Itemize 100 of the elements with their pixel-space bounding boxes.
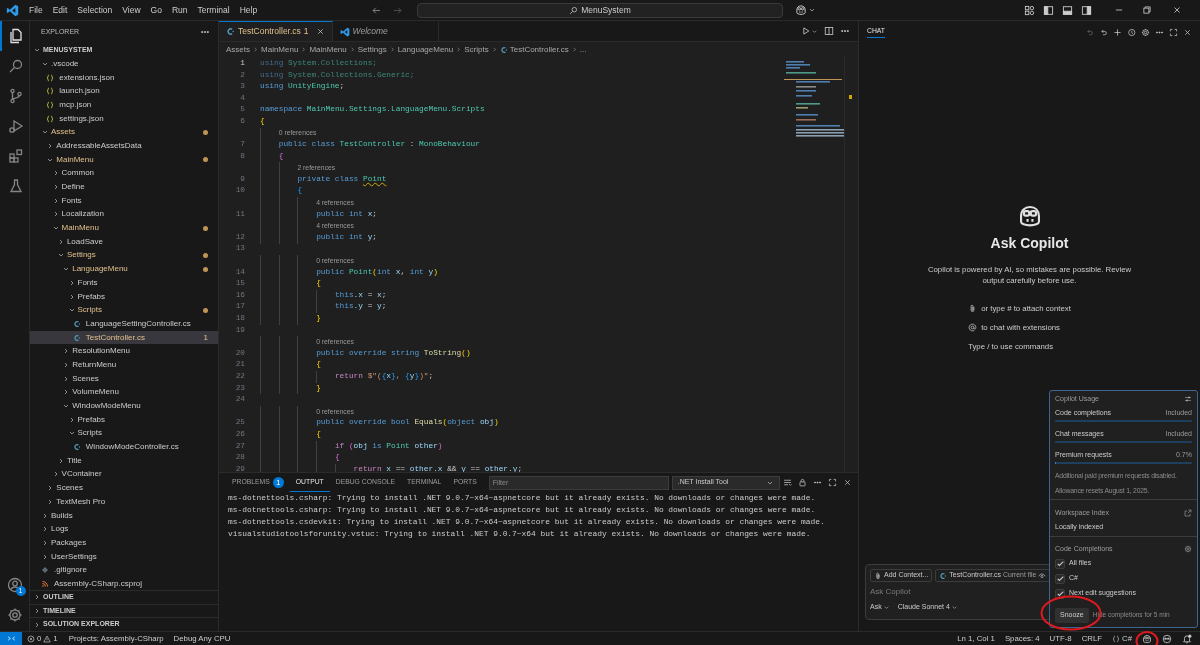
tree-item[interactable]: ResolutionMenu — [30, 344, 218, 359]
checkbox[interactable] — [1055, 588, 1065, 599]
command-center-search[interactable]: MenuSystem — [417, 2, 783, 18]
tree-item[interactable]: ReturnMenu — [30, 358, 218, 372]
tree-item[interactable]: mcp.json — [30, 98, 218, 112]
breadcrumb-item[interactable]: ... — [579, 43, 587, 56]
chevron-icon — [570, 46, 578, 53]
face-icon — [1162, 633, 1172, 644]
tree-item[interactable]: Packages — [30, 536, 218, 550]
tree-item[interactable]: Assets — [30, 125, 218, 140]
menu-item[interactable]: Run — [166, 0, 193, 20]
tree-item[interactable]: WindowModeMenu — [30, 399, 218, 413]
tree-item[interactable]: Scenes — [30, 481, 218, 495]
breadcrumb-item[interactable]: Settings — [357, 43, 387, 56]
copilot-menu-button[interactable] — [795, 4, 816, 16]
list-settings-icon[interactable] — [783, 478, 792, 487]
settings-icon[interactable] — [1184, 545, 1192, 553]
external-link-icon[interactable] — [1184, 509, 1192, 517]
tree-item[interactable]: TextMesh Pro — [30, 495, 218, 509]
close-icon[interactable] — [843, 478, 852, 487]
status-icon-button[interactable] — [1162, 633, 1172, 644]
close-icon[interactable] — [1183, 27, 1192, 37]
close-icon[interactable] — [315, 27, 325, 36]
tree-item[interactable]: Fonts — [30, 193, 218, 208]
tree-item[interactable]: Logs — [30, 522, 218, 537]
panel-toggle-icon[interactable] — [1062, 4, 1073, 16]
history-icon[interactable] — [1127, 27, 1136, 37]
tree-item[interactable]: VolumeMenu — [30, 385, 218, 400]
maximize-icon[interactable] — [828, 478, 837, 487]
split-editor-icon[interactable] — [824, 26, 834, 36]
menu-item[interactable]: Go — [145, 0, 167, 20]
tree-item[interactable]: LanguageSettingController.cs — [30, 317, 218, 331]
tree-item[interactable]: LoadSave — [30, 234, 218, 249]
lock-icon[interactable] — [798, 478, 807, 487]
breadcrumb-item[interactable]: Scripts — [464, 43, 489, 56]
menu-item[interactable]: Edit — [47, 0, 73, 20]
chat-heading: Ask Copilot — [990, 234, 1069, 253]
tree-item[interactable]: Scripts — [30, 426, 218, 441]
menu-item[interactable]: Help — [234, 0, 263, 20]
breadcrumb-item[interactable]: TestController.cs — [509, 43, 569, 56]
sidebar-toggle-icon[interactable] — [1043, 4, 1054, 16]
tree-item[interactable]: Assembly-CSharp.csproj — [30, 577, 218, 590]
tree-item[interactable]: extensions.json — [30, 70, 218, 85]
tree-item[interactable]: TestController.cs 1 — [30, 330, 218, 345]
breadcrumb-item[interactable]: Assets — [226, 43, 250, 56]
app-logo-icon[interactable] — [5, 3, 19, 17]
tree-item[interactable]: AddressableAssetsData — [30, 139, 218, 153]
tree-item[interactable]: Fonts — [30, 276, 218, 290]
settings-icon[interactable] — [1141, 27, 1150, 37]
tree-item[interactable]: MainMenu — [30, 221, 218, 235]
tree-item[interactable]: Title — [30, 453, 218, 468]
tree-item[interactable]: LanguageMenu — [30, 262, 218, 276]
more-icon[interactable] — [813, 478, 822, 487]
checkbox[interactable] — [1055, 558, 1065, 569]
menu-item[interactable]: Terminal — [192, 0, 235, 20]
bell-icon — [1182, 633, 1192, 644]
braces-icon — [1112, 634, 1121, 643]
sliders-icon[interactable] — [1184, 395, 1192, 403]
csharp-file-icon — [72, 443, 81, 452]
redo-icon[interactable] — [1099, 27, 1108, 37]
tree-item[interactable]: Scripts — [30, 303, 218, 318]
tree-item[interactable]: Define — [30, 180, 218, 194]
plus-icon[interactable] — [1113, 27, 1122, 37]
tree-item[interactable]: Settings — [30, 248, 218, 263]
chevron-icon — [455, 46, 463, 53]
maximize-icon[interactable] — [1169, 27, 1178, 37]
run-button[interactable] — [801, 26, 818, 36]
secondary-sidebar-toggle-icon[interactable] — [1081, 4, 1092, 16]
status-icon-button[interactable] — [1142, 633, 1152, 644]
source-control-icon — [7, 88, 24, 104]
chevron-icon — [490, 46, 498, 53]
tree-item[interactable]: Prefabs — [30, 412, 218, 427]
tree-item[interactable]: Scenes — [30, 371, 218, 386]
tree-item[interactable]: Prefabs — [30, 289, 218, 304]
status-icon-button[interactable] — [1182, 633, 1192, 644]
close-icon[interactable] — [1172, 5, 1182, 15]
breadcrumb-item[interactable]: LanguageMenu — [397, 43, 454, 56]
restore-icon[interactable] — [1142, 5, 1152, 15]
tree-item[interactable]: Builds — [30, 508, 218, 523]
breadcrumb-item[interactable]: MainMenu — [261, 43, 299, 56]
tree-item[interactable]: WindowModeController.cs — [30, 440, 218, 454]
breadcrumb-item[interactable]: MainMenu — [309, 43, 347, 56]
tree-item[interactable]: Localization — [30, 207, 218, 222]
menu-item[interactable]: View — [117, 0, 146, 20]
menu-item[interactable]: File — [24, 0, 48, 20]
back-arrow-icon[interactable] — [371, 4, 382, 16]
tree-item[interactable]: MainMenu — [30, 152, 218, 167]
tree-item[interactable]: settings.json — [30, 111, 218, 126]
tree-item[interactable]: VContainer — [30, 467, 218, 482]
tree-item[interactable]: .vscode — [30, 57, 218, 71]
account-icon — [6, 577, 23, 593]
tree-item[interactable]: Common — [30, 166, 218, 181]
tree-item[interactable]: UserSettings — [30, 549, 218, 564]
editor-tab[interactable]: TestController.cs 1 — [219, 21, 333, 41]
layout-icon[interactable] — [1024, 4, 1035, 16]
menu-item[interactable]: Selection — [72, 0, 118, 20]
search-icon — [569, 5, 579, 15]
tree-item[interactable]: .gitignore — [30, 563, 218, 578]
tree-item[interactable]: launch.json — [30, 84, 218, 99]
checkbox[interactable] — [1055, 573, 1065, 584]
